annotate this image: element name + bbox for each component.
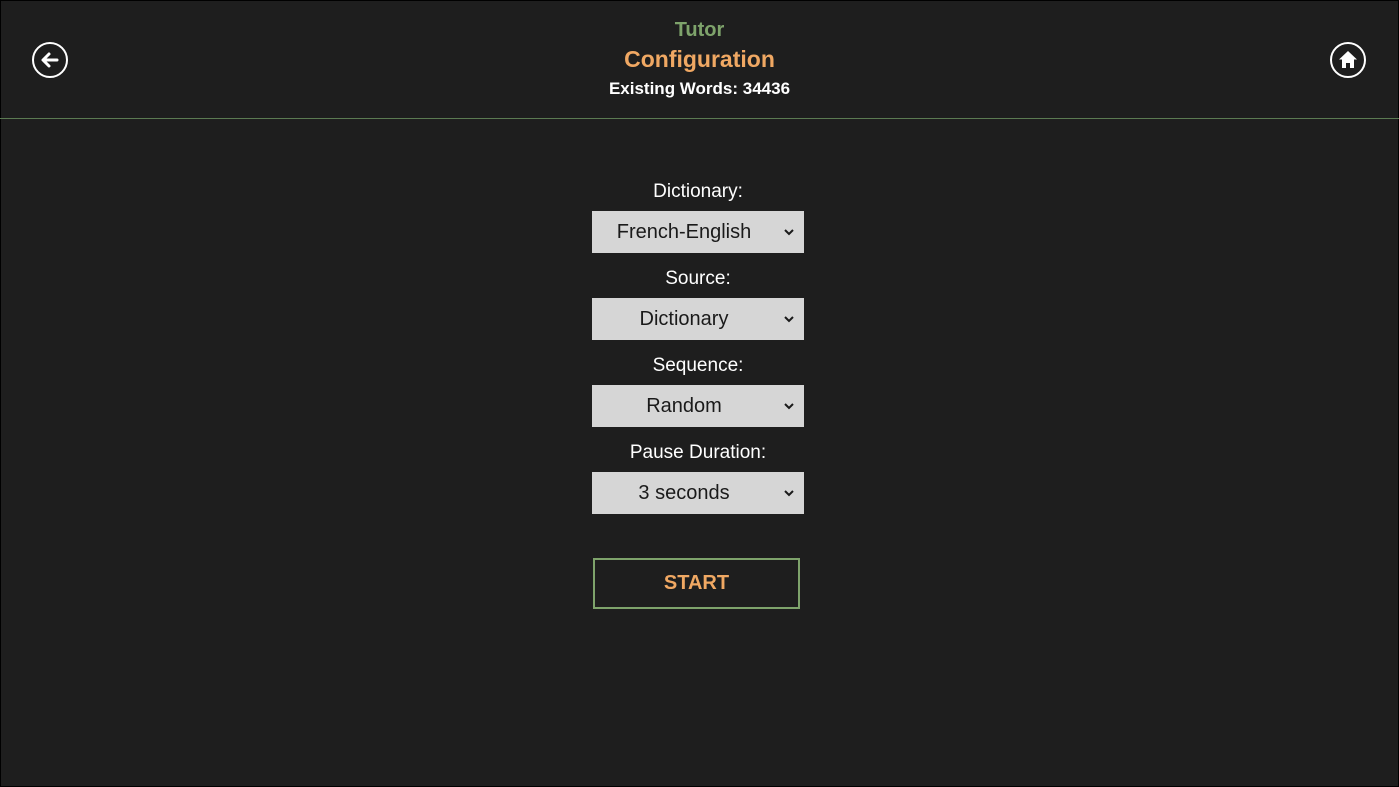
- app-title: Tutor: [674, 19, 725, 41]
- start-button[interactable]: START: [593, 558, 800, 609]
- dictionary-label: Dictionary:: [653, 181, 743, 202]
- dictionary-select[interactable]: French-English: [592, 211, 804, 253]
- header-bar: Tutor Configuration Existing Words: 3443…: [0, 0, 1399, 119]
- dictionary-select-value: French-English: [616, 221, 752, 243]
- source-label: Source:: [665, 268, 731, 289]
- pause-duration-label: Pause Duration:: [629, 442, 767, 463]
- page-title: Configuration: [624, 46, 775, 72]
- chevron-down-icon: [784, 229, 794, 236]
- home-icon: [1339, 51, 1357, 68]
- chevron-down-icon: [784, 403, 794, 410]
- existing-words-count: Existing Words: 34436: [608, 79, 791, 98]
- configuration-form: Dictionary: French-English Source: Dicti…: [592, 180, 804, 528]
- home-button[interactable]: [1330, 42, 1366, 78]
- sequence-select[interactable]: Random: [592, 385, 804, 427]
- source-select-value: Dictionary: [639, 308, 729, 330]
- source-select[interactable]: Dictionary: [592, 298, 804, 340]
- sequence-label: Sequence:: [652, 355, 744, 376]
- chevron-down-icon: [784, 490, 794, 497]
- sequence-select-value: Random: [646, 395, 722, 417]
- chevron-down-icon: [784, 316, 794, 323]
- pause-duration-select-value: 3 seconds: [638, 482, 730, 504]
- pause-duration-select[interactable]: 3 seconds: [592, 472, 804, 514]
